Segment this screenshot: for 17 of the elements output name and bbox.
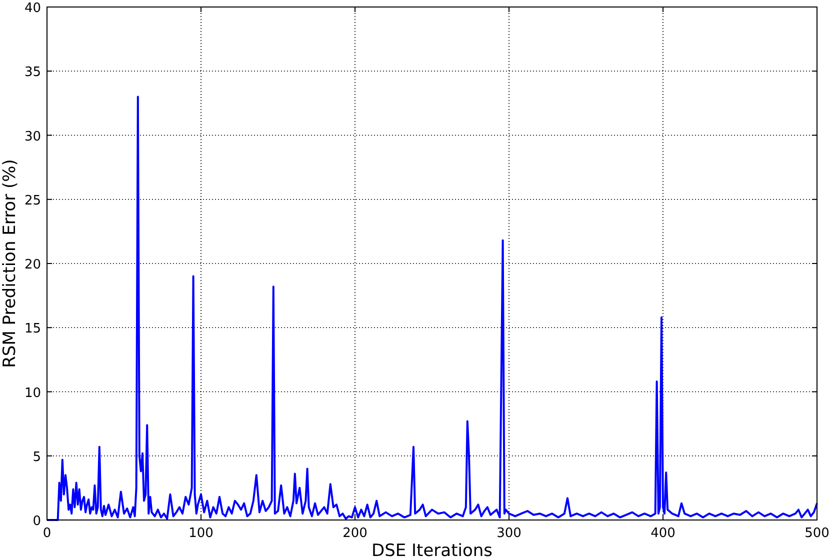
x-axis-title: DSE Iterations (372, 541, 492, 560)
x-tick-label: 300 (496, 526, 522, 541)
y-tick-label: 40 (24, 1, 41, 16)
y-tick-label: 15 (24, 322, 41, 337)
y-tick-label: 10 (24, 386, 41, 401)
y-tick-label: 30 (24, 129, 41, 144)
y-tick-label: 0 (32, 514, 41, 529)
x-tick-label: 100 (188, 526, 214, 541)
x-tick-label: 500 (804, 526, 830, 541)
y-axis-title: RSM Prediction Error (%) (0, 159, 20, 368)
x-tick-label: 0 (42, 526, 52, 541)
x-tick-label: 200 (342, 526, 368, 541)
x-tick-label: 400 (650, 526, 676, 541)
y-tick-label: 5 (32, 450, 41, 465)
y-tick-label: 20 (24, 258, 41, 272)
y-tick-label: 35 (24, 65, 41, 80)
y-tick-label: 25 (24, 193, 41, 208)
